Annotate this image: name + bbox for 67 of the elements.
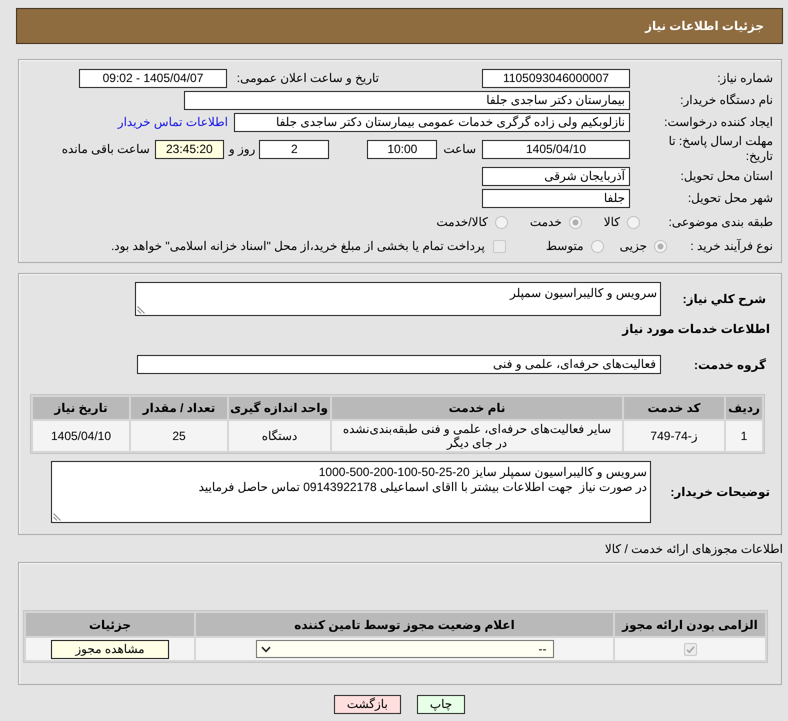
table-cell: 1405/04/10 <box>33 421 129 451</box>
deadline-date-field: 1405/04/10 <box>482 140 630 158</box>
city-field: جلفا <box>482 188 630 208</box>
resize-grip-icon[interactable] <box>137 306 145 314</box>
field-label: تاریخ و ساعت اعلان عمومی: <box>236 71 379 85</box>
table-cell: دستگاه <box>229 421 330 451</box>
field-label: شرح کلي نیاز: <box>682 292 767 306</box>
buyer-notes-textarea[interactable]: سرویس و کالیبراسیون سمپلر سایز 20-25-50-100-200-500-1000 در صورت نیاز جهت اطلاعات بیشتر با ااقای اسماعیلی 09143922178 تماس حاصل فرمایید <box>51 461 651 523</box>
radio-label: کالا/خدمت <box>436 215 488 229</box>
permit-status-select[interactable]: -- <box>256 640 554 658</box>
field-label: شهر محل تحویل: <box>686 191 773 205</box>
days-label: روز و <box>228 142 256 156</box>
resize-grip-icon[interactable] <box>53 513 61 521</box>
radio-label: متوسط <box>546 239 584 253</box>
checkbox[interactable] <box>684 642 696 656</box>
section-title: اطلاعات خدمات مورد نیاز <box>620 321 771 337</box>
days-field: 2 <box>259 140 330 158</box>
chevron-down-icon <box>260 646 270 652</box>
field-label: شماره نیاز: <box>716 71 773 85</box>
field-label: نام دستگاه خریدار: <box>679 93 773 107</box>
field-label: ایجاد کننده درخواست: <box>663 115 773 129</box>
table-cell: 1 <box>726 421 762 451</box>
buyer-org-field: بیمارستان دکتر ساجدی جلفا <box>184 90 630 110</box>
checkbox[interactable] <box>492 240 506 252</box>
field-label: مهلت ارسال پاسخ: تا تاریخ: <box>668 134 773 164</box>
column-header: جزئیات <box>26 613 194 636</box>
table-cell: سایر فعالیت‌های حرفه‌ای، علمی و فنی طبقه‌بندی‌نشده در جای دیگر <box>332 421 622 451</box>
column-header: الزامی بودن ارائه مجوز <box>615 613 765 636</box>
radio-button[interactable] <box>590 240 604 252</box>
column-header: تعداد / مقدار <box>131 397 227 419</box>
province-field: آذربایجان شرقی <box>482 166 630 186</box>
summary-textarea[interactable]: سرویس و کالیبراسیون سمپلر <box>135 282 661 316</box>
column-header: تاریخ نیاز <box>33 397 129 419</box>
buyer-contact-link[interactable]: اطلاعات تماس خریدار <box>118 115 228 129</box>
radio-label: کالا <box>604 215 620 229</box>
service-group-field: فعالیت‌های حرفه‌ای، علمی و فنی <box>137 355 661 374</box>
field-label: طبقه بندی موضوعی: <box>667 215 773 229</box>
column-header: اعلام وضعیت مجوز توسط تامین کننده <box>196 613 613 636</box>
deadline-time-field: 10:00 <box>367 140 438 158</box>
radio-button[interactable] <box>568 216 582 228</box>
column-header: ردیف <box>726 397 762 419</box>
radio-button[interactable] <box>627 216 640 228</box>
page-title: جزئیات اطلاعات نیاز <box>645 19 764 33</box>
radio-button[interactable] <box>494 216 508 228</box>
need-number-field: 1105093046000007 <box>482 68 630 88</box>
field-label: نوع فرآیند خرید : <box>689 239 773 253</box>
remaining-label: ساعت باقی مانده <box>62 142 150 156</box>
back-button[interactable]: بازگشت <box>334 695 401 714</box>
table-cell: 25 <box>131 421 227 451</box>
column-header: واحد اندازه گیری <box>229 397 330 419</box>
field-label: توضیحات خریدار: <box>669 485 771 499</box>
remaining-time-field: 23:45:20 <box>154 140 224 158</box>
column-header: کد خدمت <box>624 397 724 419</box>
field-label: گروه خدمت: <box>692 358 767 372</box>
announce-date-field: 1405/04/07 - 09:02 <box>79 68 227 88</box>
requester-field: نازلوبکیم ولی زاده گرگری خدمات عمومی بیمارستان دکتر ساجدی جلفا <box>234 112 630 132</box>
time-label: ساعت <box>443 142 476 156</box>
print-button[interactable]: چاپ <box>416 695 466 714</box>
table-cell: ز-74-749 <box>624 421 724 451</box>
view-permit-button[interactable]: مشاهده مجوز <box>51 640 169 658</box>
treasury-payment-label: پرداخت تمام یا بخشی از مبلغ خرید،از محل "اسناد خزانه اسلامی" خواهد بود. <box>110 239 485 253</box>
column-header: نام خدمت <box>332 397 622 419</box>
radio-label: خدمت <box>530 215 562 229</box>
radio-button[interactable] <box>654 240 667 252</box>
radio-label: جزیی <box>620 239 647 253</box>
field-label: استان محل تحویل: <box>680 169 773 183</box>
section-title: اطلاعات مجوزهای ارائه خدمت / کالا <box>604 542 783 556</box>
